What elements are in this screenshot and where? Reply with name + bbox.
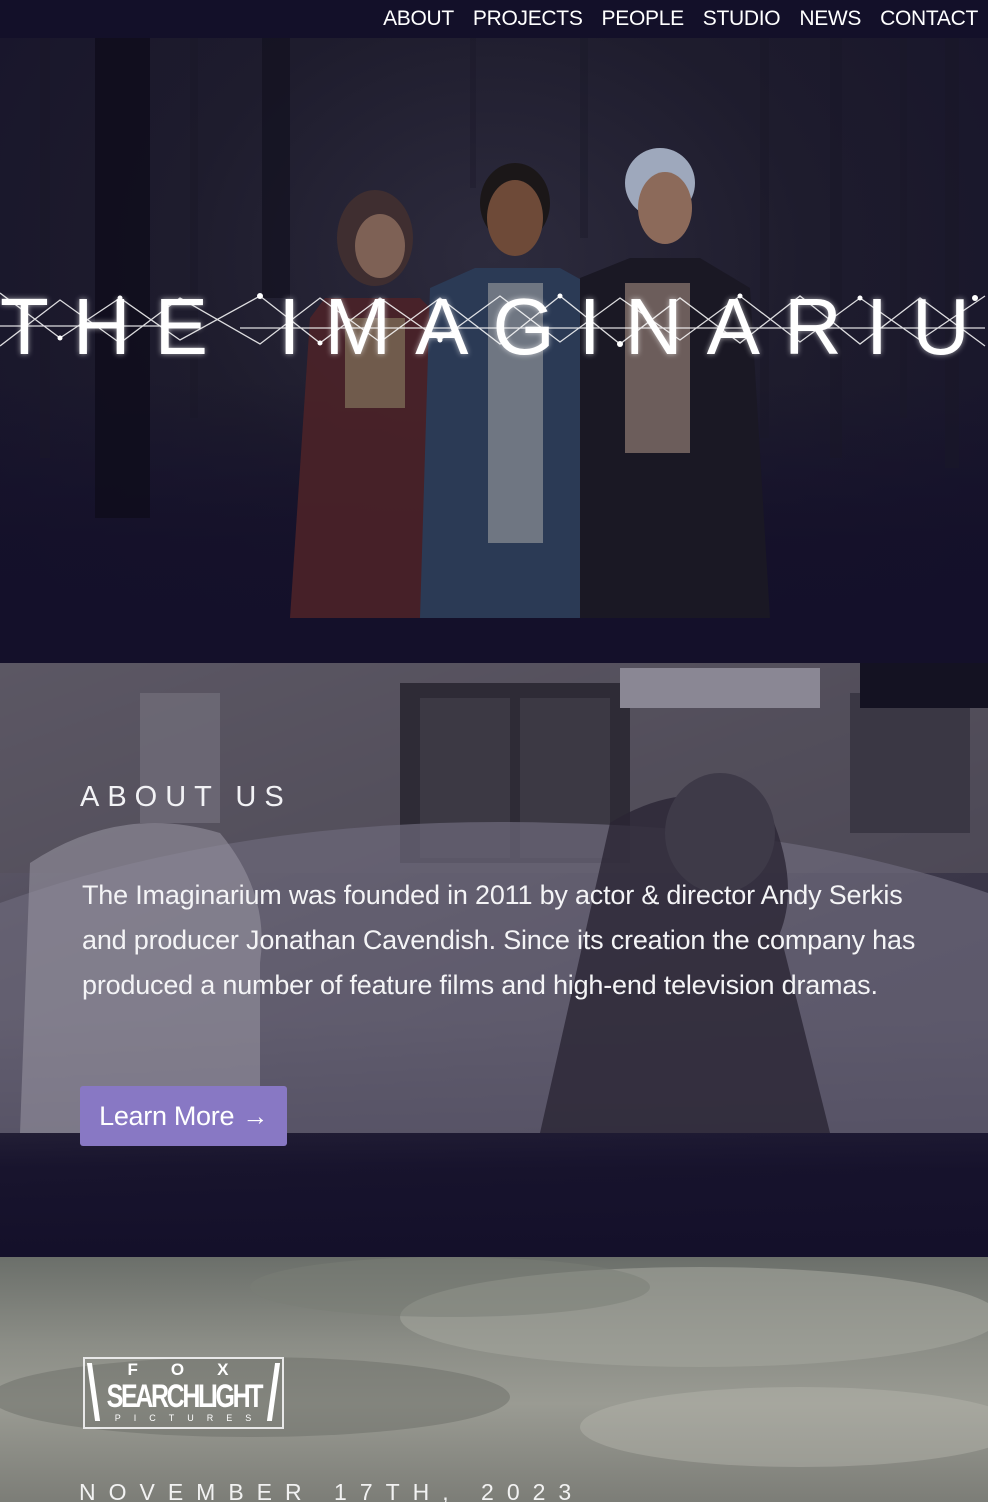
about-description: The Imaginarium was founded in 2011 by a… — [82, 880, 916, 1000]
nav-item-contact[interactable]: CONTACT — [880, 0, 978, 38]
nav-item-projects[interactable]: PROJECTS — [473, 0, 583, 38]
top-navigation: ABOUT PROJECTS PEOPLE STUDIO NEWS CONTAC… — [0, 0, 988, 38]
about-heading: ABOUT US — [80, 781, 292, 813]
nav-item-people[interactable]: PEOPLE — [602, 0, 685, 38]
nav-item-news[interactable]: NEWS — [799, 0, 861, 38]
hero-section: THE IMAGINARIUM — [0, 38, 988, 663]
learn-more-button[interactable]: Learn More → — [80, 1086, 287, 1146]
project-section: FOX SEARCHLIGHT PICTURES NOVEMBER 17TH, … — [0, 1257, 988, 1502]
about-section: ABOUT US The Imaginarium was founded in … — [0, 663, 988, 1257]
release-date: NOVEMBER 17TH, 2023 — [79, 1479, 585, 1502]
fox-searchlight-logo: FOX SEARCHLIGHT PICTURES — [83, 1357, 284, 1429]
logo-searchlight-text: SEARCHLIGHT — [106, 1378, 264, 1414]
learn-more-label: Learn More — [99, 1100, 235, 1131]
nav-item-studio[interactable]: STUDIO — [703, 0, 781, 38]
nav-item-about[interactable]: ABOUT — [383, 0, 454, 38]
logo-pictures-text: PICTURES — [114, 1413, 265, 1423]
logo-fox-text: FOX — [127, 1360, 262, 1379]
hero-title: THE IMAGINARIUM — [0, 282, 988, 371]
arrow-right-icon: → — [242, 1100, 268, 1131]
